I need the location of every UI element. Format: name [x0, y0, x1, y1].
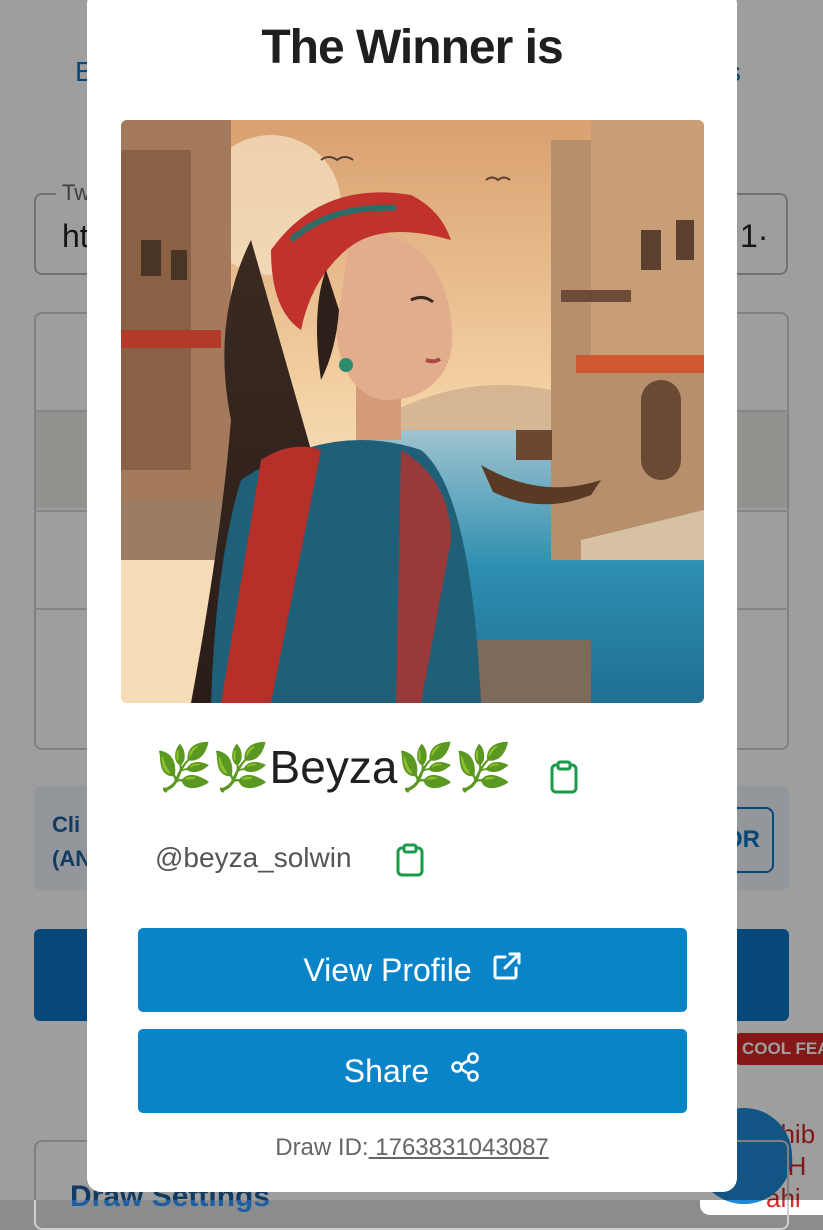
view-profile-button[interactable]: View Profile [138, 928, 687, 1012]
modal-title: The Winner is [261, 21, 563, 74]
clipboard-icon[interactable] [395, 843, 425, 877]
winner-handle: @beyza_solwin [155, 842, 352, 873]
winner-avatar [121, 120, 704, 703]
share-label: Share [343, 1052, 430, 1089]
draw-id-link[interactable]: 1763831043087 [369, 1134, 549, 1161]
share-icon [449, 1051, 481, 1091]
draw-id: Draw ID: 1763831043087 [87, 1134, 737, 1162]
view-profile-label: View Profile [303, 951, 472, 988]
clipboard-icon[interactable] [549, 760, 579, 794]
share-button[interactable]: Share [138, 1029, 687, 1113]
draw-id-label: Draw ID: [275, 1134, 369, 1161]
external-link-icon [492, 951, 522, 989]
winner-display-name: 🌿🌿Beyza🌿🌿 [155, 741, 512, 793]
